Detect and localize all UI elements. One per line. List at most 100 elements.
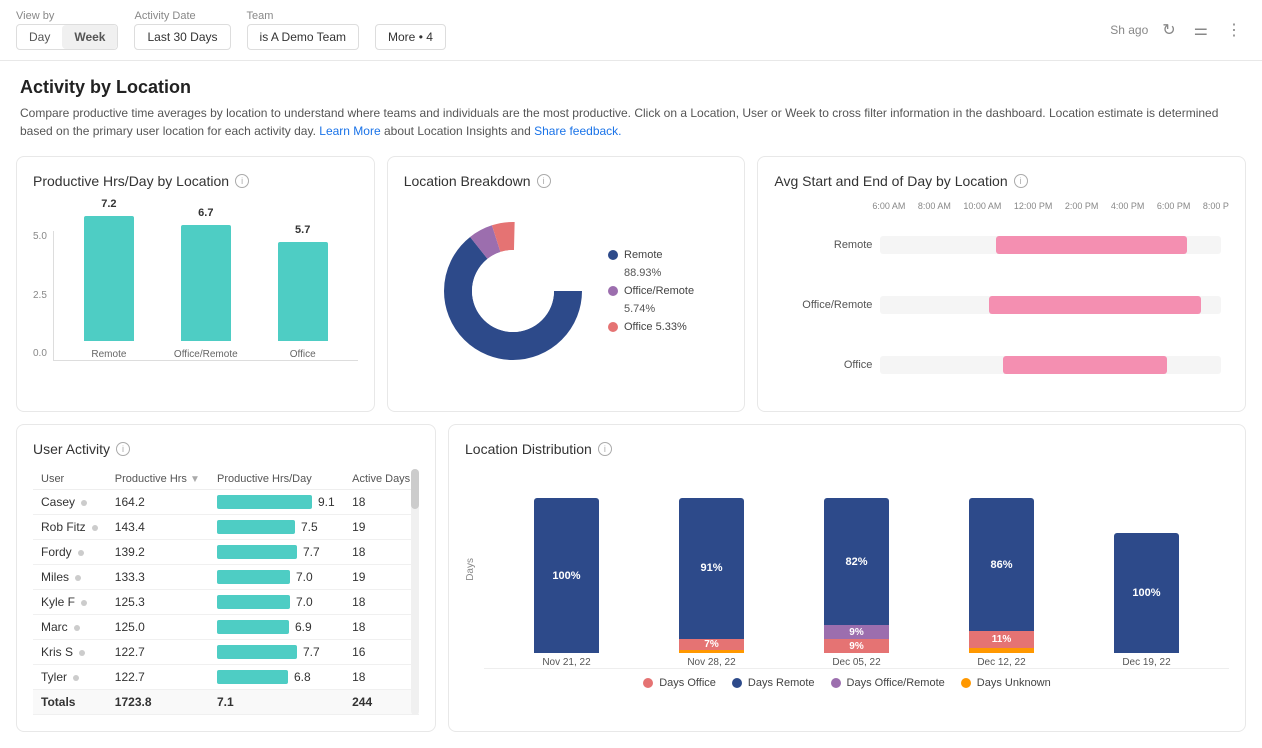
avg-start-end-title: Avg Start and End of Day by Location i (774, 173, 1229, 189)
legend-remote-pct: 88.93% (608, 267, 694, 279)
loc-dist-col-2[interactable]: 91% 7% Nov 28, 22 (679, 498, 744, 668)
user-activity-table: User Productive Hrs ▼ Productive Hrs/Day… (33, 469, 419, 715)
location-distribution-title: Location Distribution i (465, 441, 1229, 457)
scrollbar[interactable] (411, 469, 419, 715)
legend-office-remote-dot (608, 286, 618, 296)
more-options-button[interactable]: ⋮ (1222, 16, 1246, 44)
y-axis-label: Days (465, 469, 484, 669)
table-row[interactable]: Fordy 139.2 7.7 18 (33, 540, 419, 565)
totals-row: Totals 1723.8 7.1 244 (33, 690, 419, 715)
location-distribution-card: Location Distribution i Days 100% Nov 21… (448, 424, 1246, 732)
loc-dist-col-3[interactable]: 82% 9% 9% Dec 05, 22 (824, 498, 889, 668)
table-row[interactable]: Tyler 122.7 6.8 18 (33, 665, 419, 690)
location-dist-bars: 100% Nov 21, 22 91% 7% Nov 28, 22 (484, 469, 1229, 669)
location-dist-legend: Days Office Days Remote Days Office/Remo… (465, 677, 1229, 689)
user-badge (81, 600, 87, 606)
col-user: User (33, 469, 107, 490)
user-badge (92, 525, 98, 531)
share-feedback-link[interactable]: Share feedback. (534, 124, 621, 138)
page-title: Activity by Location (20, 77, 1242, 98)
gantt-row-office-remote[interactable]: Office/Remote (782, 296, 1221, 314)
user-badge (81, 500, 87, 506)
view-by-group: View by Day Week (16, 10, 118, 50)
productive-hrs-bar-chart: 5.0 2.5 0.0 7.2 Remote 6.7 Of (33, 201, 358, 381)
location-breakdown-title: Location Breakdown i (404, 173, 729, 189)
bar-office-remote[interactable]: 6.7 Office/Remote (174, 207, 238, 360)
legend-remote: Remote (608, 249, 694, 261)
legend-office: Office 5.33% (608, 321, 694, 333)
gantt-row-remote[interactable]: Remote (782, 236, 1221, 254)
date-filter-button[interactable]: Last 30 Days (134, 24, 230, 50)
loc-dist-col-5[interactable]: 100% Dec 19, 22 (1114, 533, 1179, 668)
legend-days-office: Days Office (643, 677, 716, 689)
donut-chart-svg (438, 216, 588, 366)
user-badge (79, 650, 85, 656)
week-button[interactable]: Week (62, 25, 117, 49)
loc-dist-col-4[interactable]: 86% 11% Dec 12, 22 (969, 498, 1034, 668)
gantt-row-office[interactable]: Office (782, 356, 1221, 374)
table-row[interactable]: Rob Fitz 143.4 7.5 19 (33, 515, 419, 540)
location-breakdown-chart: Location Breakdown i Remote (387, 156, 746, 412)
gantt-chart: Remote Office/Remote Office (774, 215, 1229, 395)
productive-hrs-info-icon[interactable]: i (235, 174, 249, 188)
team-filter-button[interactable]: is A Demo Team (247, 24, 359, 50)
timestamp: Sh ago (1110, 23, 1148, 37)
bar-chart-inner: 7.2 Remote 6.7 Office/Remote 5.7 (53, 231, 358, 361)
table-row[interactable]: Marc 125.0 6.9 18 (33, 615, 419, 640)
table-row[interactable]: Casey 164.2 9.1 18 (33, 490, 419, 515)
scrollbar-thumb[interactable] (411, 469, 419, 509)
view-by-toggle: Day Week (16, 24, 118, 50)
page-header: Activity by Location Compare productive … (0, 61, 1262, 148)
day-button[interactable]: Day (17, 25, 62, 49)
location-distribution-chart-area: Days 100% Nov 21, 22 91% 7% (465, 469, 1229, 669)
legend-remote-dot (608, 250, 618, 260)
avg-start-end-info-icon[interactable]: i (1014, 174, 1028, 188)
productive-hrs-chart: Productive Hrs/Day by Location i 5.0 2.5… (16, 156, 375, 412)
user-activity-tbody: Casey 164.2 9.1 18 Rob Fitz 143.4 7.5 19 (33, 490, 419, 715)
user-activity-info-icon[interactable]: i (116, 442, 130, 456)
productive-hrs-title: Productive Hrs/Day by Location i (33, 173, 358, 189)
bar-remote[interactable]: 7.2 Remote (84, 198, 134, 360)
user-badge (75, 575, 81, 581)
table-header-row: User Productive Hrs ▼ Productive Hrs/Day… (33, 469, 419, 490)
legend-office-remote-pct: 5.74% (608, 303, 694, 315)
more-filter-button[interactable]: More • 4 (375, 24, 446, 50)
team-group: Team is A Demo Team (247, 10, 359, 50)
donut-legend: Remote 88.93% Office/Remote 5.74% Offi (608, 249, 694, 333)
table-row[interactable]: Kris S 122.7 7.7 16 (33, 640, 419, 665)
user-badge (73, 675, 79, 681)
table-row[interactable]: Kyle F 125.3 7.0 18 (33, 590, 419, 615)
avg-start-end-chart: Avg Start and End of Day by Location i 6… (757, 156, 1246, 412)
table-row[interactable]: Miles 133.3 7.0 19 (33, 565, 419, 590)
dashboard: Productive Hrs/Day by Location i 5.0 2.5… (0, 148, 1262, 748)
activity-date-group: Activity Date Last 30 Days (134, 10, 230, 50)
col-hrs-per-day: Productive Hrs/Day (209, 469, 344, 490)
user-activity-title: User Activity i (33, 441, 419, 457)
col-productive-hrs[interactable]: Productive Hrs ▼ (107, 469, 209, 490)
loc-dist-col-1[interactable]: 100% Nov 21, 22 (534, 498, 599, 668)
location-breakdown-info-icon[interactable]: i (537, 174, 551, 188)
refresh-button[interactable]: ↻ (1158, 16, 1179, 44)
legend-days-remote: Days Remote (732, 677, 815, 689)
activity-date-label: Activity Date (134, 10, 230, 22)
filter-button[interactable]: ⚌ (1190, 16, 1212, 44)
gantt-x-axis: 6:00 AM 8:00 AM 10:00 AM 12:00 PM 2:00 P… (774, 201, 1229, 211)
legend-office-dot (608, 322, 618, 332)
page-description: Compare productive time averages by loca… (20, 104, 1242, 140)
bar-office[interactable]: 5.7 Office (278, 224, 328, 360)
toolbar-right: Sh ago ↻ ⚌ ⋮ (1110, 16, 1246, 44)
location-distribution-info-icon[interactable]: i (598, 442, 612, 456)
col-active-days: Active Days (344, 469, 419, 490)
view-by-label: View by (16, 10, 118, 22)
team-label: Team (247, 10, 359, 22)
legend-office-remote: Office/Remote (608, 285, 694, 297)
top-charts-row: Productive Hrs/Day by Location i 5.0 2.5… (16, 156, 1246, 412)
toolbar: View by Day Week Activity Date Last 30 D… (0, 0, 1262, 61)
user-activity-card: User Activity i User Productive Hrs ▼ Pr… (16, 424, 436, 732)
user-badge (74, 625, 80, 631)
user-badge (78, 550, 84, 556)
learn-more-link[interactable]: Learn More (319, 124, 380, 138)
donut-chart-container: Remote 88.93% Office/Remote 5.74% Offi (404, 201, 729, 381)
legend-days-office-remote: Days Office/Remote (831, 677, 945, 689)
user-activity-table-container: User Productive Hrs ▼ Productive Hrs/Day… (33, 469, 419, 715)
